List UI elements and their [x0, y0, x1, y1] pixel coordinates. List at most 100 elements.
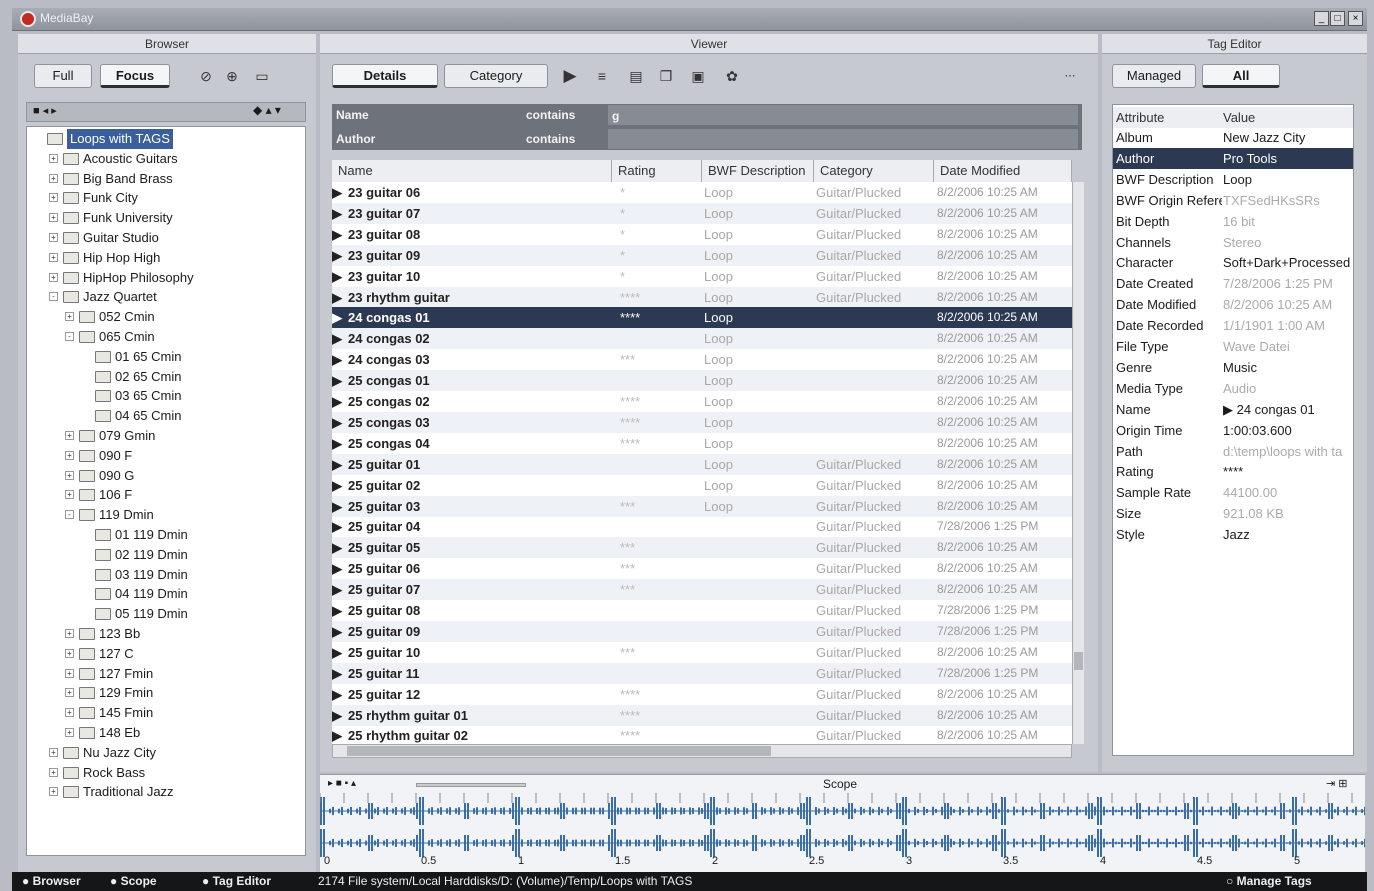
tag-value[interactable]: TXFSedHKsSRs	[1223, 190, 1353, 211]
filter-value[interactable]	[608, 129, 1078, 149]
tree-item[interactable]: + Nu Jazz City	[27, 743, 305, 763]
table-row[interactable]: ▶ 25 congas 03 **** Loop 8/2/2006 10:25 AM	[332, 411, 1072, 433]
expand-icon[interactable]: +	[49, 787, 58, 797]
maximize-button[interactable]: □	[1330, 11, 1345, 26]
tree-item[interactable]: +123 Bb	[27, 624, 305, 644]
table-row[interactable]: ▶ 25 guitar 12 **** Guitar/Plucked 8/2/2006 …	[332, 684, 1072, 705]
play-icon[interactable]: ▶	[332, 269, 342, 284]
tag-row[interactable]: Size 921.08 KB	[1113, 503, 1353, 524]
tree-item[interactable]: +127 C	[27, 644, 305, 664]
play-icon[interactable]: ▶	[332, 248, 342, 263]
tab-focus[interactable]: Focus	[100, 64, 170, 88]
tab-all[interactable]: All	[1202, 64, 1280, 88]
tree-item[interactable]: + Funk University	[27, 208, 305, 228]
expand-icon[interactable]: +	[49, 252, 58, 262]
tree-item[interactable]: +079 Gmin	[27, 426, 305, 446]
play-icon[interactable]: ▶	[332, 645, 342, 660]
play-icon[interactable]: ▶	[332, 708, 342, 723]
tag-row[interactable]: BWF Description Loop	[1113, 169, 1353, 190]
minimize-button[interactable]: _	[1314, 11, 1329, 26]
table-row[interactable]: ▶ 25 guitar 08 Guitar/Plucked 7/28/2006 1:2…	[332, 600, 1072, 621]
table-row[interactable]: ▶ 23 guitar 10 * Loop Guitar/Plucked 8/2/2006…	[332, 266, 1072, 287]
tag-value[interactable]: Wave Datei	[1223, 336, 1353, 357]
settings-icon[interactable]: ✿	[722, 66, 742, 86]
tag-value[interactable]: Loop	[1223, 169, 1353, 190]
tree-item[interactable]: +090 G	[27, 466, 305, 486]
tree-item[interactable]: - Jazz Quartet	[27, 287, 305, 307]
play-icon[interactable]: ▶	[332, 478, 342, 493]
play-icon[interactable]: ▶	[332, 227, 342, 242]
expand-icon[interactable]: +	[65, 490, 74, 500]
tag-value[interactable]: ▶ 24 congas 01	[1223, 399, 1353, 420]
expand-icon[interactable]: +	[65, 728, 74, 737]
tree-item[interactable]: - 119 Dmin	[27, 505, 305, 525]
column-name[interactable]: Name	[332, 160, 612, 182]
play-icon[interactable]: ▶	[332, 206, 342, 221]
tag-row[interactable]: Name ▶ 24 congas 01	[1113, 399, 1353, 420]
table-row[interactable]: ▶ 24 congas 02 Loop 8/2/2006 10:25 AM	[332, 328, 1072, 350]
expand-icon[interactable]: +	[65, 450, 74, 460]
table-row[interactable]: ▶ 23 guitar 07 * Loop Guitar/Plucked 8/2/2006…	[332, 202, 1072, 224]
table-row[interactable]: ▶ 25 guitar 10 *** Guitar/Plucked 8/2/2006 1…	[332, 642, 1072, 663]
expand-icon[interactable]: -	[65, 510, 74, 520]
tag-row[interactable]: Date Recorded 1/1/1901 1:00 AM	[1113, 315, 1353, 336]
filter-operator[interactable]: contains	[526, 104, 575, 126]
tag-value[interactable]: New Jazz City	[1223, 127, 1353, 148]
play-icon[interactable]: ▶	[332, 331, 342, 346]
tag-table[interactable]: Attribute Value Album New Jazz City Author…	[1112, 104, 1354, 756]
play-icon[interactable]: ▶	[332, 582, 342, 597]
tag-row[interactable]: Date Created 7/28/2006 1:25 PM	[1113, 273, 1353, 294]
expand-icon[interactable]: +	[49, 272, 58, 282]
tag-row[interactable]: Genre Music	[1113, 357, 1353, 378]
status-scope-toggle[interactable]: ● Scope	[110, 872, 157, 891]
tag-row[interactable]: Rating ****	[1113, 461, 1353, 482]
tree-item[interactable]: +129 Fmin	[27, 683, 305, 703]
tree-item[interactable]: +106 F	[27, 485, 305, 505]
filter-row[interactable]: Author contains	[332, 128, 1082, 150]
table-row[interactable]: ▶ 25 guitar 01 Loop Guitar/Plucked 8/2/2006 …	[332, 453, 1072, 475]
play-icon[interactable]: ▶	[332, 499, 342, 514]
tag-value[interactable]: 8/2/2006 10:25 AM	[1223, 294, 1353, 315]
tab-category[interactable]: Category	[444, 64, 548, 88]
tree-item[interactable]: + Traditional Jazz	[27, 782, 305, 802]
tag-row[interactable]: Date Modified 8/2/2006 10:25 AM	[1113, 294, 1353, 315]
play-icon[interactable]: ▶	[332, 624, 342, 639]
expand-icon[interactable]: +	[65, 648, 74, 658]
drive-icon[interactable]: ▭	[252, 66, 272, 86]
tag-value[interactable]: Stereo	[1223, 232, 1353, 253]
tag-value[interactable]: Audio	[1223, 378, 1353, 399]
expand-icon[interactable]: -	[65, 332, 74, 341]
tree-item[interactable]: 01 65 Cmin	[27, 347, 305, 367]
expand-icon[interactable]: +	[49, 767, 58, 777]
play-icon[interactable]: ▶	[332, 687, 342, 702]
column-rating[interactable]: Rating	[612, 160, 702, 182]
table-row[interactable]: ▶ 25 rhythm guitar 01 **** Guitar/Plucked 8/…	[332, 704, 1072, 726]
filter-row[interactable]: Name contains g	[332, 104, 1082, 126]
view-list-icon[interactable]: ▤	[626, 66, 646, 86]
tag-row[interactable]: Media Type Audio	[1113, 378, 1353, 399]
tag-row[interactable]: File Type Wave Datei	[1113, 336, 1353, 357]
play-icon[interactable]: ▶	[332, 352, 342, 367]
expand-icon[interactable]: +	[65, 431, 74, 440]
expand-icon[interactable]: +	[65, 708, 74, 718]
vertical-scrollbar[interactable]	[1072, 182, 1084, 744]
view-frame-icon[interactable]: ▣	[688, 66, 708, 86]
scroll-thumb[interactable]	[347, 746, 771, 756]
tag-row[interactable]: Path d:\temp\loops with ta	[1113, 441, 1353, 462]
tree-item[interactable]: - 065 Cmin	[27, 327, 305, 347]
tag-row[interactable]: Origin Time 1:00:03.600	[1113, 420, 1353, 441]
tag-value[interactable]: Jazz	[1223, 524, 1353, 545]
play-icon[interactable]: ▶	[332, 561, 342, 576]
play-icon[interactable]: ▶	[332, 394, 342, 409]
tree-item[interactable]: + Hip Hop High	[27, 248, 305, 268]
table-row[interactable]: ▶ 24 congas 01 **** Loop 8/2/2006 10:25 AM	[332, 307, 1072, 329]
expand-icon[interactable]: +	[49, 233, 58, 242]
table-row[interactable]: ▶ 23 guitar 09 * Loop Guitar/Plucked 8/2/2006…	[332, 244, 1072, 266]
play-icon[interactable]: ▶	[332, 185, 342, 200]
tree-item[interactable]: + Guitar Studio	[27, 228, 305, 248]
link-icon[interactable]: ⊘	[196, 66, 216, 86]
horizontal-scrollbar[interactable]	[332, 744, 1072, 758]
scope-zoom-icon[interactable]: ⇥ ⊞	[1326, 777, 1348, 790]
tree-item[interactable]: 03 65 Cmin	[27, 386, 305, 406]
play-icon[interactable]: ▶	[332, 310, 342, 325]
